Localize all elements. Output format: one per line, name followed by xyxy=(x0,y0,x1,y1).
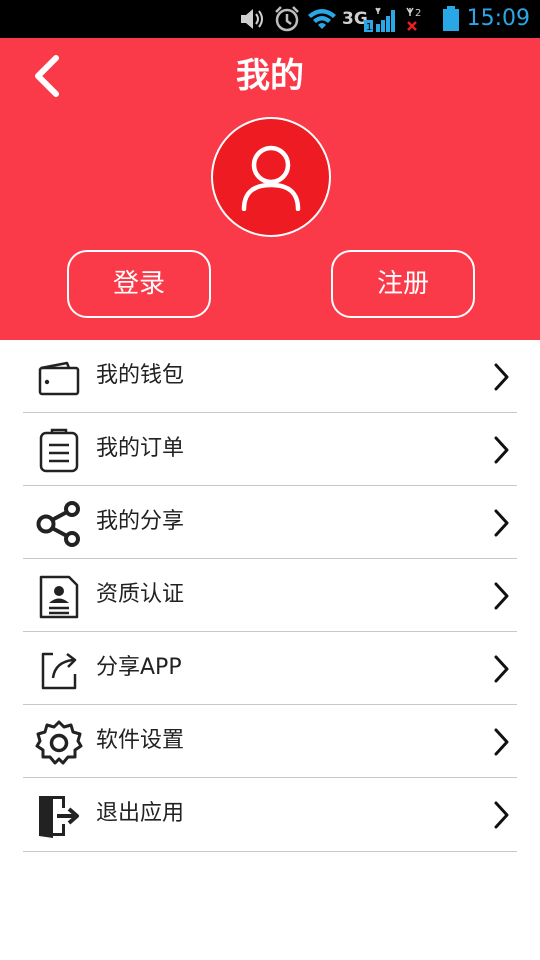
menu-list: 我的钱包 我的订单 我的分享 资质认证 分享APP 软件设置 退出应用 xyxy=(23,340,517,852)
page-title: 我的 xyxy=(236,56,304,96)
menu-item-label: 软件设置 xyxy=(96,728,185,753)
avatar[interactable] xyxy=(211,117,331,237)
chevron-right-icon xyxy=(494,728,509,756)
menu-item-certification[interactable]: 资质认证 xyxy=(23,559,517,632)
menu-item-label: 我的分享 xyxy=(96,509,185,534)
battery-icon xyxy=(443,6,459,31)
menu-item-settings[interactable]: 软件设置 xyxy=(23,705,517,778)
signal-sim2-no-service-icon: 2 xyxy=(406,7,421,31)
chevron-right-icon xyxy=(494,363,509,391)
profile-header: 我的 登录 注册 xyxy=(0,38,540,340)
menu-item-share-app[interactable]: 分享APP xyxy=(23,632,517,705)
menu-item-exit[interactable]: 退出应用 xyxy=(23,778,517,852)
chevron-right-icon xyxy=(494,582,509,610)
share-app-icon xyxy=(41,652,77,690)
status-bar: 3G 1 2 15:09 xyxy=(0,0,540,38)
wallet-icon xyxy=(38,361,80,396)
register-button[interactable]: 注册 xyxy=(331,250,475,318)
svg-text:1: 1 xyxy=(366,22,372,33)
svg-text:2: 2 xyxy=(415,8,421,19)
user-icon xyxy=(241,145,301,211)
signal-sim1-icon: 1 xyxy=(364,7,395,33)
volume-icon xyxy=(241,9,263,29)
menu-item-label: 退出应用 xyxy=(96,801,185,826)
chevron-right-icon xyxy=(494,801,509,829)
chevron-right-icon xyxy=(494,655,509,683)
menu-item-label: 我的钱包 xyxy=(96,363,185,388)
status-time: 15:09 xyxy=(466,6,530,31)
gear-icon xyxy=(35,720,83,765)
order-clipboard-icon xyxy=(39,428,79,473)
menu-item-label: 资质认证 xyxy=(96,582,185,607)
chevron-right-icon xyxy=(494,436,509,464)
login-button[interactable]: 登录 xyxy=(67,250,211,318)
certificate-icon xyxy=(39,575,79,619)
chevron-right-icon xyxy=(494,509,509,537)
wifi-icon xyxy=(308,9,336,29)
menu-item-orders[interactable]: 我的订单 xyxy=(23,413,517,486)
menu-item-wallet[interactable]: 我的钱包 xyxy=(23,340,517,413)
menu-item-my-share[interactable]: 我的分享 xyxy=(23,486,517,559)
alarm-icon xyxy=(275,6,299,32)
menu-item-label: 我的订单 xyxy=(96,436,185,461)
exit-door-icon xyxy=(39,796,79,838)
menu-item-label: 分享APP xyxy=(96,655,182,680)
share-nodes-icon xyxy=(36,501,80,547)
